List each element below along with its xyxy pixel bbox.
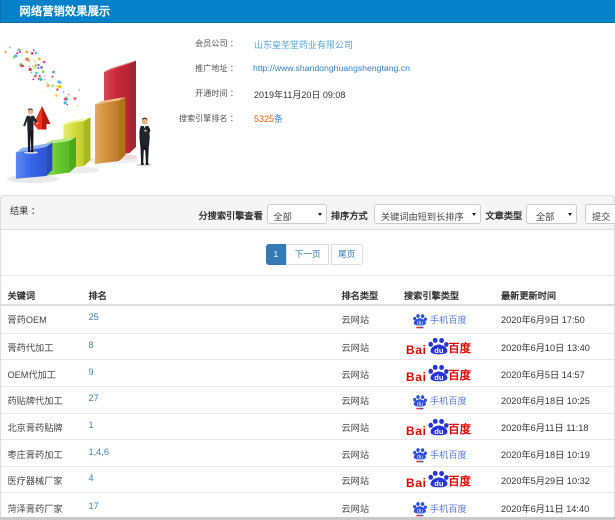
svg-text:du: du xyxy=(417,401,423,407)
svg-text:du: du xyxy=(434,346,444,355)
svg-text:du: du xyxy=(434,373,444,382)
svg-text:du: du xyxy=(417,455,423,461)
svg-text:du: du xyxy=(417,320,423,326)
svg-text:du: du xyxy=(434,427,444,436)
svg-text:du: du xyxy=(417,509,423,515)
svg-text:du: du xyxy=(434,479,444,488)
